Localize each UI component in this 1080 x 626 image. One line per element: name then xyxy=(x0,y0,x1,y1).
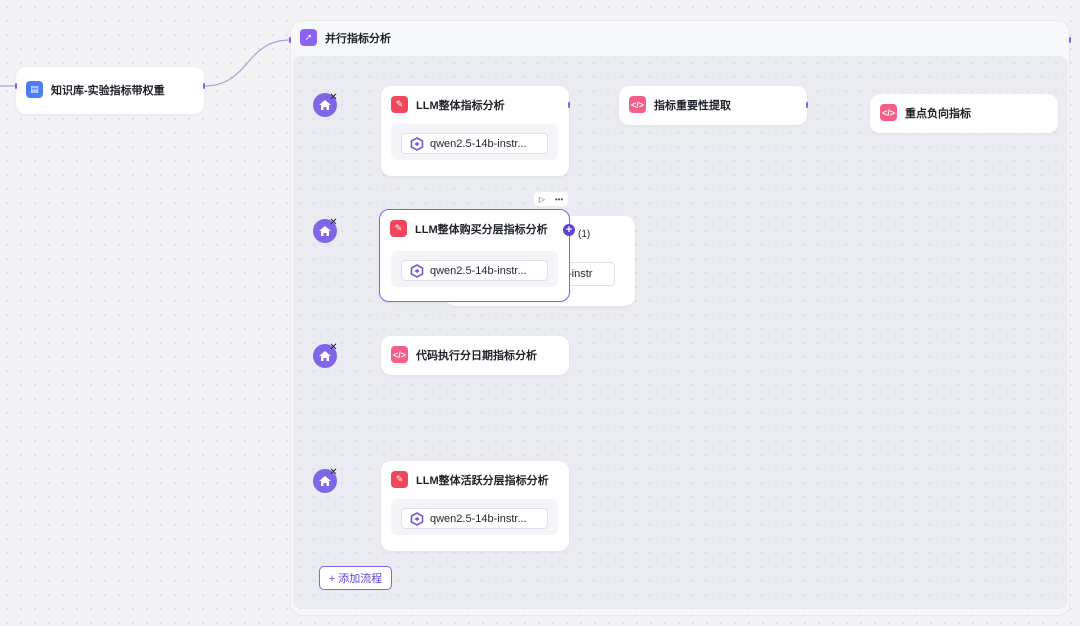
group-output-handle[interactable] xyxy=(1069,37,1071,43)
key-extract-output-handle[interactable] xyxy=(806,102,808,108)
run-icon[interactable]: ▷ xyxy=(539,195,545,204)
group-header: ➚ 并行指标分析 xyxy=(300,29,391,46)
llm-overall-output-handle[interactable] xyxy=(568,102,570,108)
code-icon: </> xyxy=(629,96,646,113)
model-select[interactable]: qwen2.5-14b-instr... xyxy=(401,133,548,154)
code-icon: </> xyxy=(880,104,897,121)
llm-overall-title: LLM整体指标分析 xyxy=(416,99,505,112)
qwen-logo-icon xyxy=(410,136,424,151)
group-input-handle[interactable] xyxy=(289,37,291,43)
more-icon[interactable]: ••• xyxy=(555,195,563,204)
add-flow-label: + 添加流程 xyxy=(328,573,383,585)
kb-node[interactable]: ▤ 知识库-实验指标带权重 xyxy=(16,67,204,114)
key-extract-title: 指标重要性提取 xyxy=(654,99,731,112)
add-next-node-icon[interactable]: + xyxy=(563,224,575,236)
model-name: qwen2.5-14b-instr... xyxy=(430,264,527,277)
remove-branch-1-icon[interactable]: ✕ xyxy=(328,92,339,103)
remove-branch-3-icon[interactable]: ✕ xyxy=(328,342,339,353)
group-title: 并行指标分析 xyxy=(325,32,391,45)
book-icon: ▤ xyxy=(26,81,43,98)
model-select[interactable]: qwen2.5-14b-instr... xyxy=(401,260,548,281)
llm-active-title: LLM整体活跃分层指标分析 xyxy=(416,474,549,487)
code-daily-node[interactable]: </> 代码执行分日期指标分析 xyxy=(381,336,569,375)
kb-node-input-handle[interactable] xyxy=(15,83,17,89)
qwen-logo-icon xyxy=(410,263,424,278)
key-extract-node[interactable]: </> 指标重要性提取 xyxy=(619,86,807,125)
add-flow-button[interactable]: + 添加流程 xyxy=(319,566,392,590)
remove-branch-4-icon[interactable]: ✕ xyxy=(328,467,339,478)
llm-purchase-title: LLM整体购买分层指标分析 xyxy=(415,223,548,236)
kb-node-output-handle[interactable] xyxy=(203,83,205,89)
rocket-icon: ➚ xyxy=(300,29,317,46)
remove-branch-2-icon[interactable]: ✕ xyxy=(328,217,339,228)
key-negative-node[interactable]: </> 重点负向指标 xyxy=(870,94,1058,133)
node-toolbar: ▷ ••• xyxy=(534,192,568,206)
code-icon: </> xyxy=(391,346,408,363)
llm-overall-node[interactable]: ✎ LLM整体指标分析 qwen2.5-14b-instr... xyxy=(381,86,569,176)
llm-active-node[interactable]: ✎ LLM整体活跃分层指标分析 qwen2.5-14b-instr... xyxy=(381,461,569,551)
llm-icon: ✎ xyxy=(391,96,408,113)
llm-purchase-node[interactable]: ✎ LLM整体购买分层指标分析 qwen2.5-14b-instr... xyxy=(379,209,570,302)
model-panel: qwen2.5-14b-instr... xyxy=(391,251,558,287)
model-panel: qwen2.5-14b-instr... xyxy=(391,124,558,160)
key-negative-title: 重点负向指标 xyxy=(905,107,971,120)
qwen-logo-icon xyxy=(410,511,424,526)
code-daily-title: 代码执行分日期指标分析 xyxy=(416,349,537,362)
kb-node-title: 知识库-实验指标带权重 xyxy=(51,84,165,97)
model-select[interactable]: qwen2.5-14b-instr... xyxy=(401,508,548,529)
llm-icon: ✎ xyxy=(391,471,408,488)
stacked-model-name: -instr xyxy=(568,268,593,280)
llm-icon: ✎ xyxy=(390,220,407,237)
model-panel: qwen2.5-14b-instr... xyxy=(391,499,558,535)
branch-count: (1) xyxy=(578,229,591,240)
model-name: qwen2.5-14b-instr... xyxy=(430,512,527,525)
model-name: qwen2.5-14b-instr... xyxy=(430,137,527,150)
